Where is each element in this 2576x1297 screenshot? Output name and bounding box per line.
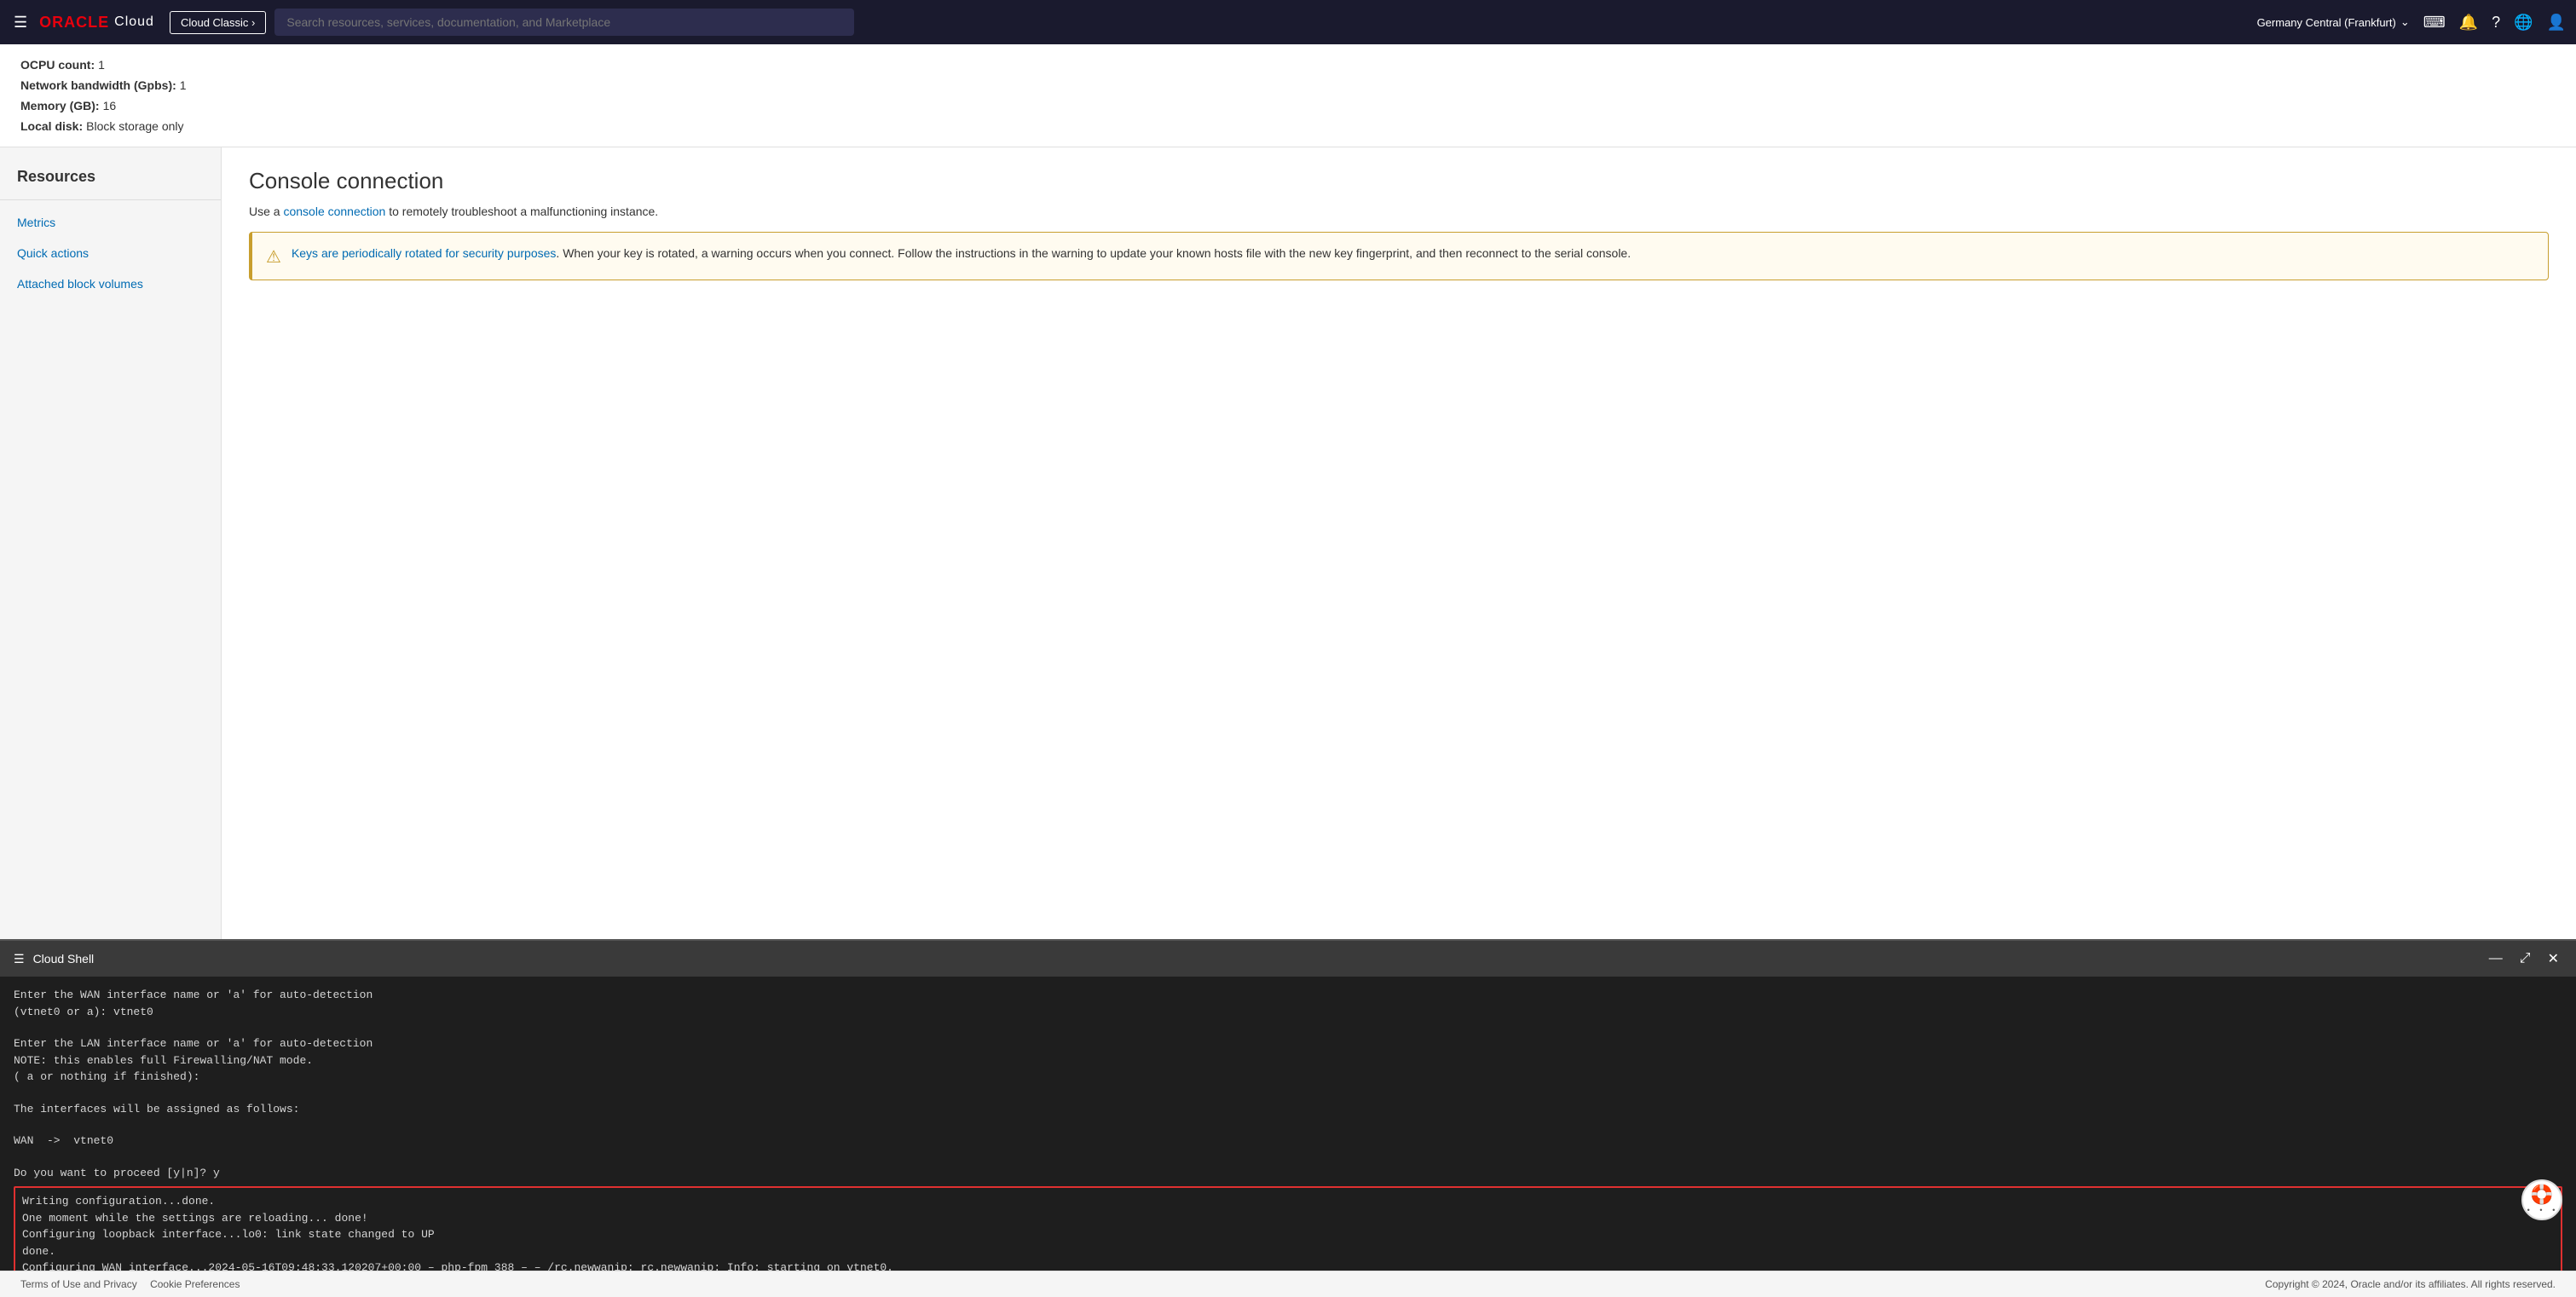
cloud-shell-header: ☰ Cloud Shell — ⤢ ✕ <box>0 939 2576 977</box>
memory-value: 16 <box>103 99 117 112</box>
cloud-shell-title: Cloud Shell <box>33 952 95 966</box>
shell-line-10: WAN -> vtnet0 <box>14 1133 2562 1150</box>
warning-text-suffix: . When your key is rotated, a warning oc… <box>556 246 1631 260</box>
oracle-wordmark: ORACLE <box>39 14 109 32</box>
cloud-shell-panel: ☰ Cloud Shell — ⤢ ✕ Enter the WAN interf… <box>0 939 2576 1271</box>
shell-highlighted-line-3: Configuring loopback interface...lo0: li… <box>22 1226 2554 1243</box>
warning-triangle-icon: ⚠ <box>266 246 281 268</box>
shell-line-7 <box>14 1086 2562 1101</box>
shell-highlighted-line-1: Writing configuration...done. <box>22 1193 2554 1210</box>
shell-line-12: Do you want to proceed [y|n]? y <box>14 1165 2562 1182</box>
sidebar-item-quick-actions[interactable]: Quick actions <box>0 238 221 268</box>
shell-line-9 <box>14 1117 2562 1133</box>
help-dots: • • • <box>2526 1207 2557 1215</box>
sidebar-item-attached-block-volumes[interactable]: Attached block volumes <box>0 268 221 299</box>
shell-line-1: Enter the WAN interface name or 'a' for … <box>14 987 2562 1004</box>
ocpu-value: 1 <box>98 58 105 72</box>
notification-bell-icon[interactable]: 🔔 <box>2459 14 2478 32</box>
terms-link[interactable]: Terms of Use and Privacy <box>20 1278 137 1290</box>
sidebar-title: Resources <box>0 168 221 200</box>
nav-right-controls: Germany Central (Frankfurt) ⌄ ⌨ 🔔 ? 🌐 👤 <box>2257 14 2566 32</box>
region-label: Germany Central (Frankfurt) <box>2257 16 2396 29</box>
shell-line-11 <box>14 1150 2562 1165</box>
cloud-shell-minimize-button[interactable]: — <box>2486 948 2506 969</box>
shell-highlighted-line-5: Configuring WAN interface...2024-05-16T0… <box>22 1260 2554 1271</box>
shell-highlighted-line-2: One moment while the settings are reload… <box>22 1210 2554 1227</box>
ocpu-label: OCPU count: <box>20 58 95 72</box>
local-disk-row: Local disk: Block storage only <box>20 119 2556 133</box>
ocpu-row: OCPU count: 1 <box>20 58 2556 72</box>
page-title: Console connection <box>249 168 2549 194</box>
cloud-shell-controls: — ⤢ ✕ <box>2486 948 2562 969</box>
instance-details: OCPU count: 1 Network bandwidth (Gpbs): … <box>20 58 2556 133</box>
console-connection-link[interactable]: console connection <box>283 205 385 218</box>
shell-line-8: The interfaces will be assigned as follo… <box>14 1101 2562 1118</box>
console-description: Use a console connection to remotely tro… <box>249 205 2549 218</box>
shell-line-4: Enter the LAN interface name or 'a' for … <box>14 1035 2562 1052</box>
keys-rotated-link[interactable]: Keys are periodically rotated for securi… <box>292 246 556 260</box>
cloud-shell-expand-button[interactable]: ⤢ <box>2516 948 2534 969</box>
developer-icon[interactable]: ⌨ <box>2423 14 2446 32</box>
shell-line-3 <box>14 1020 2562 1035</box>
cloud-wordmark: Cloud <box>114 14 154 30</box>
cloud-shell-menu-icon[interactable]: ☰ <box>14 952 25 966</box>
network-value: 1 <box>180 78 187 92</box>
region-selector[interactable]: Germany Central (Frankfurt) ⌄ <box>2257 15 2410 29</box>
local-disk-value: Block storage only <box>86 119 183 133</box>
nav-hamburger-icon[interactable]: ☰ <box>10 10 31 35</box>
instance-info-strip: OCPU count: 1 Network bandwidth (Gpbs): … <box>0 44 2576 147</box>
local-disk-label: Local disk: <box>20 119 83 133</box>
search-input[interactable] <box>274 9 854 36</box>
warning-banner: ⚠ Keys are periodically rotated for secu… <box>249 232 2549 280</box>
shell-highlighted-line-4: done. <box>22 1243 2554 1260</box>
memory-label: Memory (GB): <box>20 99 100 112</box>
sidebar-item-metrics[interactable]: Metrics <box>0 207 221 238</box>
lifebuoy-icon: 🛟 <box>2530 1185 2553 1207</box>
top-navigation: ☰ ORACLE Cloud Cloud Classic › Germany C… <box>0 0 2576 44</box>
cloud-shell-close-button[interactable]: ✕ <box>2544 948 2562 969</box>
cloud-shell-body[interactable]: Enter the WAN interface name or 'a' for … <box>0 977 2576 1271</box>
description-suffix: to remotely troubleshoot a malfunctionin… <box>389 205 658 218</box>
shell-line-6: ( a or nothing if finished): <box>14 1069 2562 1086</box>
network-label: Network bandwidth (Gpbs): <box>20 78 176 92</box>
network-row: Network bandwidth (Gpbs): 1 <box>20 78 2556 92</box>
shell-line-5: NOTE: this enables full Firewalling/NAT … <box>14 1052 2562 1069</box>
help-icon[interactable]: ? <box>2492 14 2500 32</box>
language-globe-icon[interactable]: 🌐 <box>2514 14 2533 32</box>
region-chevron-icon: ⌄ <box>2400 15 2410 29</box>
memory-row: Memory (GB): 16 <box>20 99 2556 112</box>
cloud-classic-button[interactable]: Cloud Classic › <box>170 11 266 34</box>
page-footer: Terms of Use and Privacy Cookie Preferen… <box>0 1271 2576 1297</box>
footer-copyright: Copyright © 2024, Oracle and/or its affi… <box>2265 1278 2556 1290</box>
shell-line-2: (vtnet0 or a): vtnet0 <box>14 1004 2562 1021</box>
shell-highlighted-block: Writing configuration...done. One moment… <box>14 1186 2562 1271</box>
cookie-preferences-link[interactable]: Cookie Preferences <box>150 1278 240 1290</box>
cloud-shell-help-icon[interactable]: 🛟 • • • <box>2521 1179 2562 1220</box>
footer-links: Terms of Use and Privacy Cookie Preferen… <box>20 1278 250 1290</box>
description-prefix: Use a <box>249 205 280 218</box>
warning-message: Keys are periodically rotated for securi… <box>292 245 1631 262</box>
oracle-logo: ORACLE Cloud <box>39 14 154 32</box>
user-avatar-icon[interactable]: 👤 <box>2547 14 2566 32</box>
